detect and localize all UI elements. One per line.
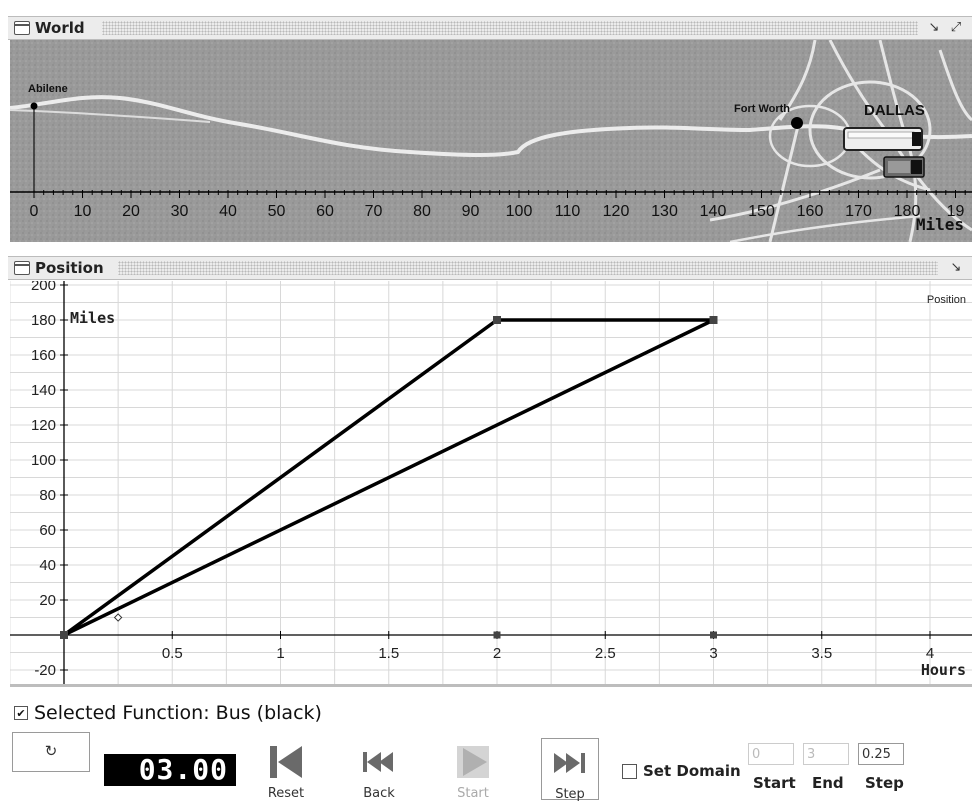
- miles-tick-label: 60: [316, 203, 334, 220]
- miles-tick-label: 40: [219, 203, 237, 220]
- x-axis-label: Hours: [921, 661, 966, 679]
- refresh-button[interactable]: ↻: [12, 732, 90, 772]
- fort-worth-dot: [791, 117, 803, 129]
- window-icon: [14, 21, 30, 35]
- x-tick-label: 1.5: [378, 645, 399, 662]
- domain-step-label: Step: [865, 774, 904, 792]
- window-icon: [14, 261, 30, 275]
- maximize-icon[interactable]: ⤢: [948, 20, 964, 36]
- x-tick-label: 3.5: [811, 645, 832, 662]
- domain-start-input[interactable]: [748, 743, 794, 765]
- y-tick-label: 60: [39, 522, 56, 539]
- x-tick-label: 2.5: [595, 645, 616, 662]
- back-icon: [363, 752, 393, 772]
- world-map: Abilene Fort Worth DALLAS 0 10 20 30 40 50 60 7…: [10, 40, 972, 242]
- y-tick-label: 20: [39, 592, 56, 609]
- miles-tick-label: 90: [462, 203, 480, 220]
- back-button[interactable]: Back: [350, 738, 408, 801]
- y-tick-label: 160: [31, 347, 56, 364]
- world-panel-title: World: [35, 19, 85, 37]
- y-tick-label: 40: [39, 557, 56, 574]
- start-button[interactable]: Start: [444, 738, 502, 801]
- series-point[interactable]: [60, 631, 68, 639]
- miles-tick-label: 110: [555, 203, 581, 220]
- selected-function-label: Selected Function: Bus (black): [34, 702, 322, 724]
- miles-axis-label: Miles: [916, 215, 964, 234]
- domain-step-input[interactable]: [858, 743, 904, 765]
- abilene-label: Abilene: [28, 83, 68, 95]
- set-domain-row[interactable]: Set Domain: [622, 762, 741, 780]
- miles-tick-label: 150: [748, 203, 775, 220]
- position-graph[interactable]: 200 180 160 140 120 100 80 60 40 20 -20 0.5 1 1.5 2 2.…: [10, 281, 972, 687]
- set-domain-label: Set Domain: [643, 762, 741, 780]
- cursor-marker[interactable]: [113, 613, 123, 622]
- miles-tick-label: 130: [651, 203, 678, 220]
- y-tick-label: 140: [31, 382, 56, 399]
- play-icon: [457, 746, 489, 778]
- miles-tick-label: 20: [122, 203, 140, 220]
- series-point[interactable]: [493, 316, 501, 324]
- miles-tick-label: 10: [74, 203, 92, 220]
- miles-tick-label: 80: [413, 203, 431, 220]
- reset-button[interactable]: Reset: [257, 738, 315, 801]
- miles-tick-label: 140: [700, 203, 727, 220]
- miles-tick-label: 100: [506, 203, 533, 220]
- miles-tick-label: 70: [365, 203, 383, 220]
- domain-end-label: End: [812, 774, 844, 792]
- y-tick-label: 120: [31, 417, 56, 434]
- miles-tick-label: 0: [30, 203, 39, 220]
- fort-worth-label: Fort Worth: [734, 103, 790, 115]
- x-tick-label: 4: [926, 645, 934, 662]
- minimize-icon[interactable]: ↘: [948, 260, 964, 276]
- selected-function-checkbox[interactable]: ✔: [14, 706, 28, 720]
- car-icon[interactable]: [883, 156, 925, 178]
- y-tick-label: 100: [31, 452, 56, 469]
- miles-tick-label: 170: [845, 203, 872, 220]
- abilene-dot: [30, 102, 38, 110]
- x-tick-label: 2: [493, 645, 501, 662]
- position-panel-header[interactable]: Position ↘: [8, 256, 972, 280]
- y-tick-label: -20: [34, 662, 56, 679]
- y-tick-label: 80: [39, 487, 56, 504]
- dallas-label: DALLAS: [864, 102, 925, 119]
- miles-tick-label: 50: [268, 203, 286, 220]
- x-tick-label: 1: [276, 645, 284, 662]
- position-panel-title: Position: [35, 259, 104, 277]
- refresh-icon: ↻: [44, 742, 58, 760]
- y-tick-label: 180: [31, 312, 56, 329]
- minimize-icon[interactable]: ↘: [926, 20, 942, 36]
- series-point[interactable]: [709, 316, 718, 324]
- bus-icon[interactable]: [843, 127, 923, 151]
- x-tick-label: 0.5: [162, 645, 183, 662]
- domain-end-input[interactable]: [803, 743, 849, 765]
- y-tick-label: 200: [31, 281, 56, 294]
- miles-tick-label: 120: [603, 203, 630, 220]
- clock-display: 03.00: [104, 754, 236, 786]
- step-icon: [554, 753, 585, 773]
- x-tick-label: 3: [709, 645, 717, 662]
- domain-start-label: Start: [753, 774, 796, 792]
- step-button[interactable]: Step: [541, 738, 599, 802]
- legend-position: Position: [927, 294, 966, 306]
- x-axis-point-marker: [710, 631, 717, 639]
- miles-tick-label: 30: [171, 203, 189, 220]
- y-axis-label: Miles: [70, 309, 115, 327]
- world-panel-header[interactable]: World ↘ ⤢: [8, 16, 972, 40]
- reset-icon: [270, 746, 302, 778]
- miles-tick-label: 160: [797, 203, 824, 220]
- set-domain-checkbox[interactable]: [622, 763, 637, 779]
- x-axis-point-marker: [493, 631, 501, 639]
- selected-function-row[interactable]: ✔ Selected Function: Bus (black): [14, 702, 322, 724]
